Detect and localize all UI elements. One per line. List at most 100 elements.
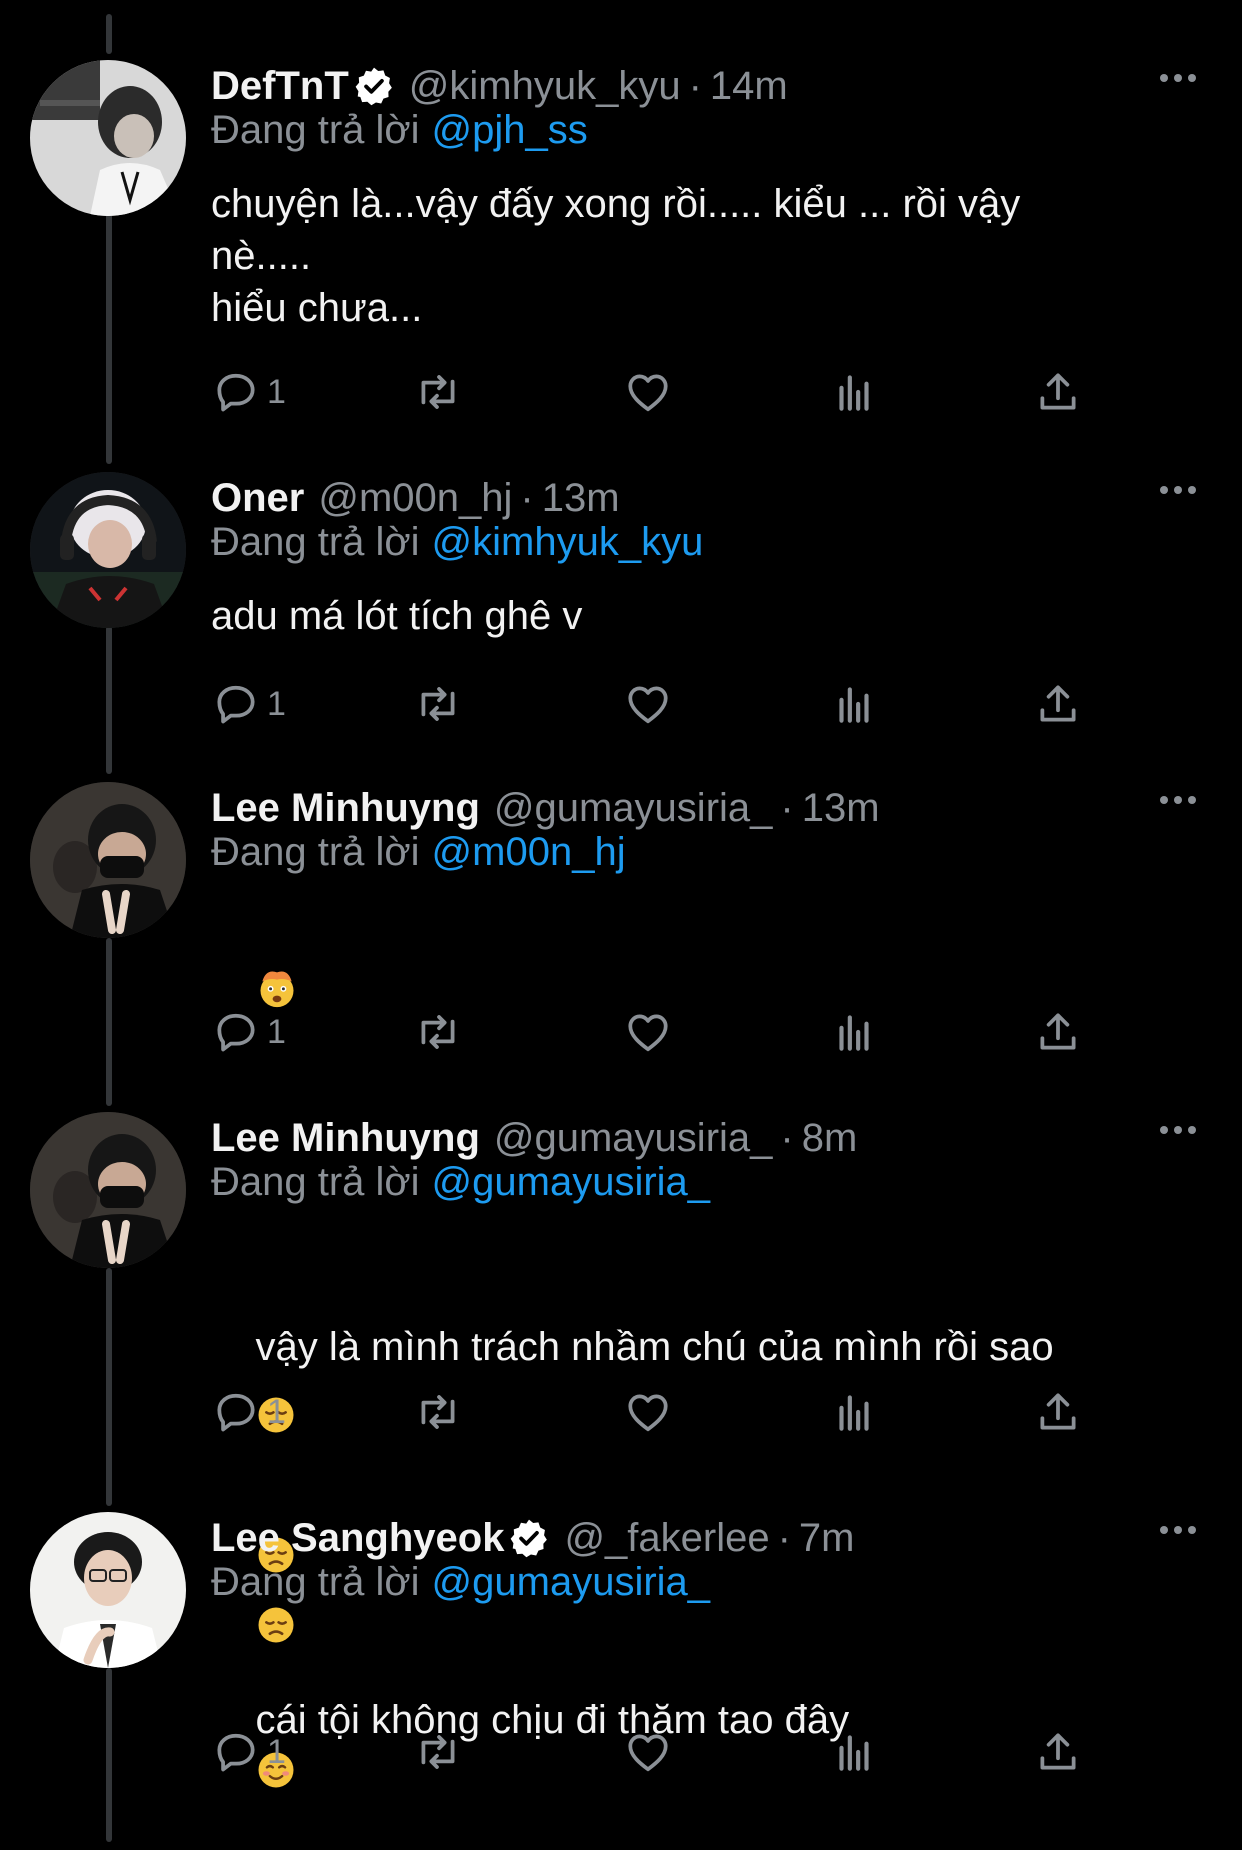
- avatar-photo: [30, 60, 186, 216]
- retweet-icon: [421, 1395, 455, 1429]
- user-handle[interactable]: @_fakerlee: [564, 1516, 769, 1561]
- reply-count: 1: [267, 1392, 286, 1431]
- tweet-actions: 1: [211, 674, 1091, 734]
- retweet-button[interactable]: [413, 1382, 463, 1442]
- like-button[interactable]: [623, 1382, 673, 1442]
- reply-icon: [217, 1733, 255, 1772]
- views-button[interactable]: [829, 1002, 879, 1062]
- timestamp[interactable]: 13m: [542, 476, 620, 521]
- avatar[interactable]: [30, 1112, 186, 1268]
- reply-button[interactable]: 1: [211, 1722, 286, 1782]
- share-icon: [1040, 373, 1076, 410]
- disappointed-face-emoji: [258, 1607, 294, 1643]
- share-button[interactable]: [1033, 1382, 1083, 1442]
- thread-line: [106, 626, 112, 774]
- more-options-icon[interactable]: [1158, 480, 1198, 500]
- views-icon: [839, 1015, 869, 1051]
- separator-dot: ·: [777, 1515, 791, 1560]
- reply-button[interactable]: 1: [211, 674, 286, 734]
- display-name[interactable]: DefTnT: [211, 64, 349, 109]
- tweet-actions: 1: [211, 1002, 1091, 1062]
- like-icon: [628, 1734, 668, 1772]
- retweet-button[interactable]: [413, 1002, 463, 1062]
- retweet-button[interactable]: [413, 674, 463, 734]
- reply-icon: [217, 373, 255, 412]
- share-button[interactable]: [1033, 1002, 1083, 1062]
- reply-button[interactable]: 1: [211, 1382, 286, 1442]
- like-icon: [628, 374, 668, 412]
- separator-dot: ·: [688, 63, 702, 108]
- like-button[interactable]: [623, 674, 673, 734]
- replying-to-user[interactable]: @gumayusiria_: [432, 1560, 711, 1604]
- reply-count: 1: [267, 684, 286, 723]
- avatar-photo: [30, 782, 186, 938]
- reply-icon: [217, 685, 255, 724]
- verified-badge-icon: [511, 1519, 548, 1558]
- share-button[interactable]: [1033, 362, 1083, 422]
- share-icon: [1040, 1733, 1076, 1770]
- reply-button[interactable]: 1: [211, 1002, 286, 1062]
- reply-icon: [217, 1393, 255, 1432]
- more-options-icon[interactable]: [1158, 1120, 1198, 1140]
- retweet-button[interactable]: [413, 1722, 463, 1782]
- like-icon: [628, 1014, 668, 1052]
- retweet-icon: [421, 1015, 455, 1049]
- more-options-icon[interactable]: [1158, 790, 1198, 810]
- user-handle[interactable]: @m00n_hj: [318, 476, 512, 521]
- display-name[interactable]: Lee Minhuyng: [211, 1116, 480, 1161]
- replying-to-user[interactable]: @pjh_ss: [432, 108, 588, 152]
- replying-to: Đang trả lời @gumayusiria_: [211, 1560, 710, 1605]
- replying-to: Đang trả lời @kimhyuk_kyu: [211, 520, 703, 565]
- timestamp[interactable]: 8m: [802, 1116, 858, 1161]
- replying-to: Đang trả lời @pjh_ss: [211, 108, 588, 153]
- avatar[interactable]: [30, 1512, 186, 1668]
- thread-line: [106, 938, 112, 1106]
- reply-button[interactable]: 1: [211, 362, 286, 422]
- reply-count: 1: [267, 1012, 286, 1051]
- user-handle[interactable]: @gumayusiria_: [494, 786, 773, 831]
- more-options-icon[interactable]: [1158, 1520, 1198, 1540]
- tweet-actions: 1: [211, 1382, 1091, 1442]
- like-button[interactable]: [623, 362, 673, 422]
- display-name[interactable]: Oner: [211, 476, 304, 521]
- avatar[interactable]: [30, 782, 186, 938]
- like-icon: [628, 686, 668, 724]
- replying-to-label: Đang trả lời: [211, 830, 420, 874]
- avatar[interactable]: [30, 472, 186, 628]
- views-button[interactable]: [829, 674, 879, 734]
- views-button[interactable]: [829, 362, 879, 422]
- timestamp[interactable]: 13m: [802, 786, 880, 831]
- share-button[interactable]: [1033, 1722, 1083, 1782]
- avatar-photo: [30, 1512, 186, 1668]
- thread-line: [106, 1268, 112, 1506]
- replying-to-user[interactable]: @m00n_hj: [432, 830, 626, 874]
- display-name[interactable]: Lee Sanghyeok: [211, 1516, 504, 1561]
- avatar[interactable]: [30, 60, 186, 216]
- user-handle[interactable]: @gumayusiria_: [494, 1116, 773, 1161]
- retweet-icon: [421, 687, 455, 721]
- timestamp[interactable]: 14m: [710, 64, 788, 109]
- views-icon: [839, 375, 869, 411]
- retweet-button[interactable]: [413, 362, 463, 422]
- views-button[interactable]: [829, 1722, 879, 1782]
- reply-icon: [217, 1013, 255, 1052]
- tweet-text: chuyện là...vậy đấy xong rồi..... kiểu .…: [211, 182, 1021, 330]
- more-options-icon[interactable]: [1158, 68, 1198, 88]
- separator-dot: ·: [780, 785, 794, 830]
- reply-count: 1: [267, 1732, 286, 1771]
- thread-line: [106, 14, 112, 54]
- user-handle[interactable]: @kimhyuk_kyu: [409, 64, 681, 109]
- share-button[interactable]: [1033, 674, 1083, 734]
- tweet-text-content: vậy là mình trách nhầm chú của mình rồi …: [255, 1325, 1054, 1369]
- display-name[interactable]: Lee Minhuyng: [211, 786, 480, 831]
- timestamp[interactable]: 7m: [799, 1516, 855, 1561]
- share-icon: [1040, 685, 1076, 722]
- views-icon: [839, 687, 869, 723]
- like-icon: [628, 1394, 668, 1432]
- like-button[interactable]: [623, 1002, 673, 1062]
- replying-to-user[interactable]: @gumayusiria_: [432, 1160, 711, 1204]
- like-button[interactable]: [623, 1722, 673, 1782]
- views-button[interactable]: [829, 1382, 879, 1442]
- replying-to-user[interactable]: @kimhyuk_kyu: [432, 520, 704, 564]
- avatar-photo: [30, 1112, 186, 1268]
